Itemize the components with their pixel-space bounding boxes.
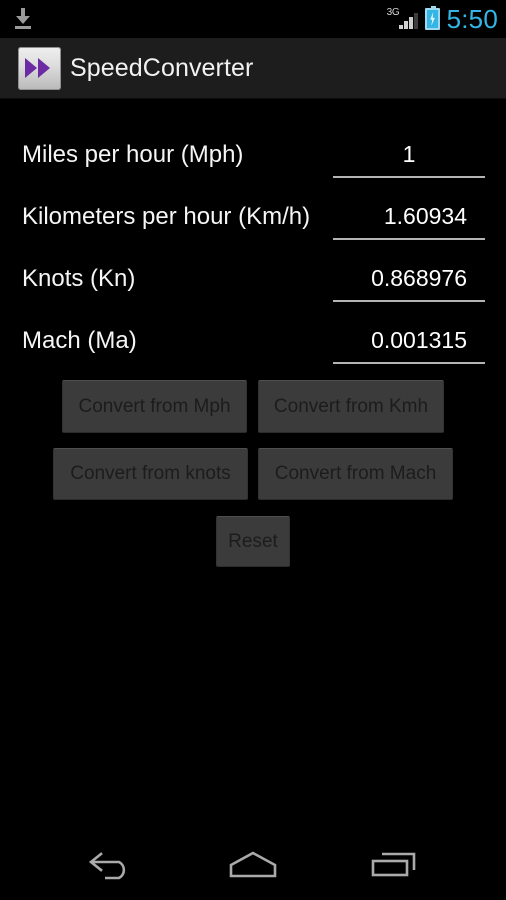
converter-form: Miles per hour (Mph) 1 Kilometers per ho… [0, 99, 506, 829]
app-title: SpeedConverter [70, 53, 254, 82]
fast-forward-icon[interactable] [18, 47, 61, 90]
recent-apps-icon-glyph [371, 852, 416, 876]
kmh-value: 1.60934 [383, 202, 467, 229]
label-kmh: Kilometers per hour (Km/h) [22, 203, 311, 230]
convert-from-kmh-button[interactable]: Convert from Kmh [258, 380, 444, 433]
back-icon-glyph [88, 851, 126, 879]
knots-input[interactable]: 0.868976 [333, 256, 485, 302]
status-bar-notifications [12, 6, 38, 32]
status-bar-system-icons: 3G 5:50 [386, 0, 498, 38]
signal-bar-3 [409, 17, 413, 29]
convert-from-mach-button[interactable]: Convert from Mach [258, 448, 453, 500]
fast-forward-triangle-1 [25, 58, 37, 78]
row-knots: Knots (Kn) 0.868976 [0, 256, 506, 318]
download-icon [12, 6, 34, 30]
phone-screen: 3G 5:50 SpeedConverter Miles per hour (M… [0, 0, 506, 900]
battery-charging-icon [424, 6, 440, 30]
signal-bar-2 [404, 21, 408, 29]
home-icon[interactable] [198, 829, 308, 900]
status-bar-clock: 5:50 [446, 4, 498, 34]
back-icon[interactable] [57, 829, 167, 900]
label-mach: Mach (Ma) [22, 327, 137, 354]
status-bar: 3G 5:50 [0, 0, 506, 38]
row-mph: Miles per hour (Mph) 1 [0, 132, 506, 194]
kmh-input[interactable]: 1.60934 [333, 194, 485, 240]
signal-bars [399, 13, 418, 29]
signal-bar-4 [414, 13, 418, 29]
row-mach: Mach (Ma) 0.001315 [0, 318, 506, 380]
download-icon-head [16, 16, 30, 24]
reset-button[interactable]: Reset [216, 516, 290, 567]
convert-from-knots-button[interactable]: Convert from knots [53, 448, 248, 500]
convert-from-mph-button[interactable]: Convert from Mph [62, 380, 247, 433]
signal-bar-1 [399, 25, 403, 29]
download-icon-bar [15, 26, 31, 29]
knots-value: 0.868976 [371, 264, 467, 291]
label-knots: Knots (Kn) [22, 265, 136, 292]
action-bar: SpeedConverter [0, 38, 506, 99]
home-icon-glyph [229, 851, 277, 877]
signal-bars-icon: 3G [386, 7, 418, 30]
mph-value: 1 [402, 140, 416, 167]
mph-input[interactable]: 1 [333, 132, 485, 178]
recent-apps-icon[interactable] [339, 829, 449, 900]
navigation-bar [0, 829, 506, 900]
network-type-label: 3G [386, 7, 400, 18]
mach-input[interactable]: 0.001315 [333, 318, 485, 364]
fast-forward-triangle-2 [38, 58, 50, 78]
battery-bolt-icon [430, 12, 435, 26]
label-mph: Miles per hour (Mph) [22, 141, 244, 168]
mach-value: 0.001315 [371, 326, 467, 353]
row-kmh: Kilometers per hour (Km/h) 1.60934 [0, 194, 506, 256]
